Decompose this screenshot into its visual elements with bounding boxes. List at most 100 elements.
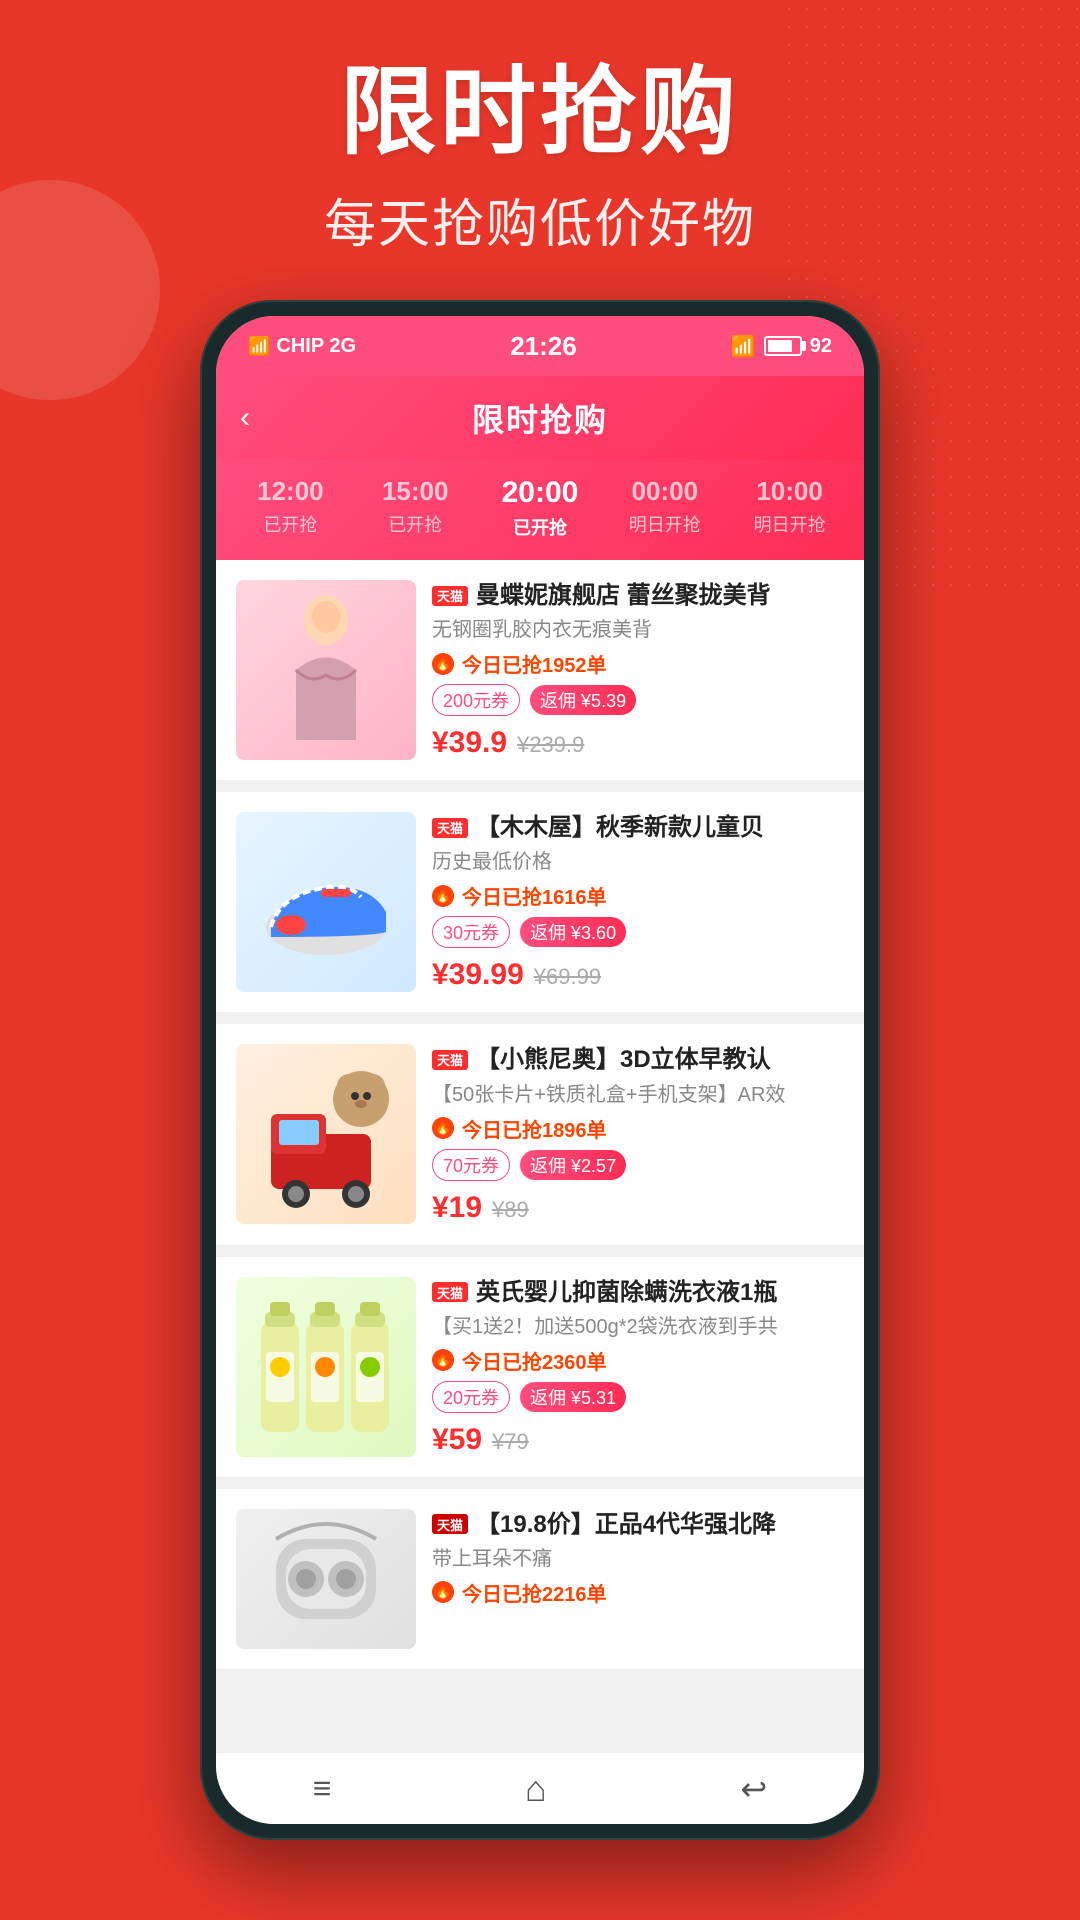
carrier-text: 📶 (248, 336, 270, 357)
product-info-2: 天猫 【小熊尼奥】3D立体早教认 【50张卡片+铁质礼盒+手机支架】AR效 🔥 … (432, 1044, 844, 1224)
carrier-name: CHIP 2G (276, 335, 356, 358)
price-current-3: ¥59 (432, 1423, 482, 1457)
flash-icon-3: 🔥 (432, 1349, 454, 1371)
product-name-0: 曼蝶妮旗舰店 蕾丝聚拢美背 (476, 580, 771, 611)
price-row-3: ¥59 ¥79 (432, 1423, 844, 1457)
flash-row-2: 🔥 今日已抢1896单 (432, 1114, 844, 1143)
phone-outer-frame: 📶 CHIP 2G 21:26 📶 92 ‹ 限时抢购 (200, 300, 880, 1840)
product-info-4: 天猫 【19.8价】正品4代华强北降 带上耳朵不痛 🔥 今日已抢2216单 (432, 1509, 844, 1649)
flash-count-4: 今日已抢2216单 (462, 1578, 607, 1607)
product-card-3[interactable]: 天猫 英氏婴儿抑菌除螨洗衣液1瓶 【买1送2！加送500g*2袋洗衣液到手共 🔥… (216, 1257, 864, 1477)
cashback-tag-3: 返佣 ¥5.31 (520, 1382, 626, 1412)
product-image-1 (236, 812, 416, 992)
product-desc-0: 无钢圈乳胶内衣无痕美背 (432, 617, 844, 643)
status-bar: 📶 CHIP 2G 21:26 📶 92 (216, 316, 864, 376)
price-row-0: ¥39.9 ¥239.9 (432, 726, 844, 760)
nav-home-icon[interactable]: ⌂ (525, 1768, 547, 1810)
time-status-2: 已开抢 (513, 514, 567, 540)
time-tabs: 12:00 已开抢 15:00 已开抢 20:00 已开抢 00:00 明日开抢… (216, 460, 864, 560)
img-bra (236, 580, 416, 760)
product-image-3 (236, 1277, 416, 1457)
battery-fill (768, 340, 792, 352)
time-val-0: 12:00 (257, 476, 324, 507)
flash-row-1: 🔥 今日已抢1616单 (432, 881, 844, 910)
img-bear (236, 1044, 416, 1224)
price-original-3: ¥79 (492, 1429, 529, 1455)
time-tab-1[interactable]: 15:00 已开抢 (370, 476, 460, 540)
product-name-1: 【木木屋】秋季新款儿童贝 (476, 812, 764, 843)
time-val-3: 00:00 (632, 476, 699, 507)
store-row-3: 天猫 英氏婴儿抑菌除螨洗衣液1瓶 (432, 1277, 844, 1308)
nav-menu-icon[interactable]: ≡ (313, 1770, 332, 1807)
time-status-0: 已开抢 (263, 511, 317, 537)
flash-count-2: 今日已抢1896单 (462, 1114, 607, 1143)
app-title: 限时抢购 (472, 395, 608, 441)
product-card-0[interactable]: 天猫 曼蝶妮旗舰店 蕾丝聚拢美背 无钢圈乳胶内衣无痕美背 🔥 今日已抢1952单… (216, 560, 864, 780)
product-image-0 (236, 580, 416, 760)
product-name-4: 【19.8价】正品4代华强北降 (476, 1509, 776, 1540)
coupon-tag-2: 70元券 (432, 1149, 510, 1181)
wifi-icon: 📶 (731, 334, 756, 359)
cashback-tag-0: 返佣 ¥5.39 (530, 685, 636, 715)
product-card-4[interactable]: 天猫 【19.8价】正品4代华强北降 带上耳朵不痛 🔥 今日已抢2216单 (216, 1489, 864, 1669)
time-val-2: 20:00 (502, 476, 579, 510)
product-list[interactable]: 天猫 曼蝶妮旗舰店 蕾丝聚拢美背 无钢圈乳胶内衣无痕美背 🔥 今日已抢1952单… (216, 560, 864, 1752)
product-card-1[interactable]: 天猫 【木木屋】秋季新款儿童贝 历史最低价格 🔥 今日已抢1616单 30元券 … (216, 792, 864, 1012)
price-row-1: ¥39.99 ¥69.99 (432, 958, 844, 992)
store-row-4: 天猫 【19.8价】正品4代华强北降 (432, 1509, 844, 1540)
time-tab-3[interactable]: 00:00 明日开抢 (620, 476, 710, 540)
coupon-tag-3: 20元券 (432, 1381, 510, 1413)
flash-icon-0: 🔥 (432, 653, 454, 675)
tag-row-1: 30元券 返佣 ¥3.60 (432, 916, 844, 948)
store-badge-1: 天猫 (432, 818, 468, 838)
app-header: ‹ 限时抢购 (216, 376, 864, 460)
flash-count-1: 今日已抢1616单 (462, 881, 607, 910)
flash-icon-2: 🔥 (432, 1117, 454, 1139)
time-val-4: 10:00 (756, 476, 823, 507)
product-card-2[interactable]: 天猫 【小熊尼奥】3D立体早教认 【50张卡片+铁质礼盒+手机支架】AR效 🔥 … (216, 1024, 864, 1244)
flash-row-4: 🔥 今日已抢2216单 (432, 1578, 844, 1607)
bottom-nav: ≡ ⌂ ↩ (216, 1752, 864, 1824)
price-current-2: ¥19 (432, 1191, 482, 1225)
product-info-3: 天猫 英氏婴儿抑菌除螨洗衣液1瓶 【买1送2！加送500g*2袋洗衣液到手共 🔥… (432, 1277, 844, 1457)
flash-row-3: 🔥 今日已抢2360单 (432, 1346, 844, 1375)
cashback-tag-2: 返佣 ¥2.57 (520, 1150, 626, 1180)
tag-row-2: 70元券 返佣 ¥2.57 (432, 1149, 844, 1181)
price-original-0: ¥239.9 (517, 732, 584, 758)
product-desc-3: 【买1送2！加送500g*2袋洗衣液到手共 (432, 1314, 844, 1340)
nav-back-icon[interactable]: ↩ (740, 1770, 767, 1808)
store-badge-4: 天猫 (432, 1514, 468, 1534)
back-button[interactable]: ‹ (240, 401, 250, 435)
status-left: 📶 CHIP 2G (248, 335, 356, 358)
product-info-1: 天猫 【木木屋】秋季新款儿童贝 历史最低价格 🔥 今日已抢1616单 30元券 … (432, 812, 844, 992)
store-row-1: 天猫 【木木屋】秋季新款儿童贝 (432, 812, 844, 843)
img-earbuds (236, 1509, 416, 1649)
hero-section: 限时抢购 每天抢购低价好物 (0, 0, 1080, 257)
store-badge-3: 天猫 (432, 1282, 468, 1302)
img-detergent (236, 1277, 416, 1457)
store-badge-0: 天猫 (432, 586, 468, 606)
store-row-0: 天猫 曼蝶妮旗舰店 蕾丝聚拢美背 (432, 580, 844, 611)
coupon-tag-1: 30元券 (432, 916, 510, 948)
flash-icon-4: 🔥 (432, 1581, 454, 1603)
price-current-1: ¥39.99 (432, 958, 524, 992)
time-tab-4[interactable]: 10:00 明日开抢 (745, 476, 835, 540)
flash-count-3: 今日已抢2360单 (462, 1346, 607, 1375)
time-tab-0[interactable]: 12:00 已开抢 (245, 476, 335, 540)
time-status-3: 明日开抢 (629, 511, 701, 537)
price-row-2: ¥19 ¥89 (432, 1191, 844, 1225)
product-image-4 (236, 1509, 416, 1649)
time-tab-2[interactable]: 20:00 已开抢 (495, 476, 585, 540)
flash-icon-1: 🔥 (432, 885, 454, 907)
time-status-1: 已开抢 (388, 511, 442, 537)
price-original-2: ¥89 (492, 1197, 529, 1223)
store-row-2: 天猫 【小熊尼奥】3D立体早教认 (432, 1044, 844, 1075)
phone-mockup: 📶 CHIP 2G 21:26 📶 92 ‹ 限时抢购 (200, 300, 880, 1840)
price-current-0: ¥39.9 (432, 726, 507, 760)
battery-text: 92 (810, 335, 832, 358)
flash-count-0: 今日已抢1952单 (462, 649, 607, 678)
battery-icon (764, 336, 802, 356)
product-desc-2: 【50张卡片+铁质礼盒+手机支架】AR效 (432, 1082, 844, 1108)
product-desc-1: 历史最低价格 (432, 849, 844, 875)
product-name-3: 英氏婴儿抑菌除螨洗衣液1瓶 (476, 1277, 777, 1308)
